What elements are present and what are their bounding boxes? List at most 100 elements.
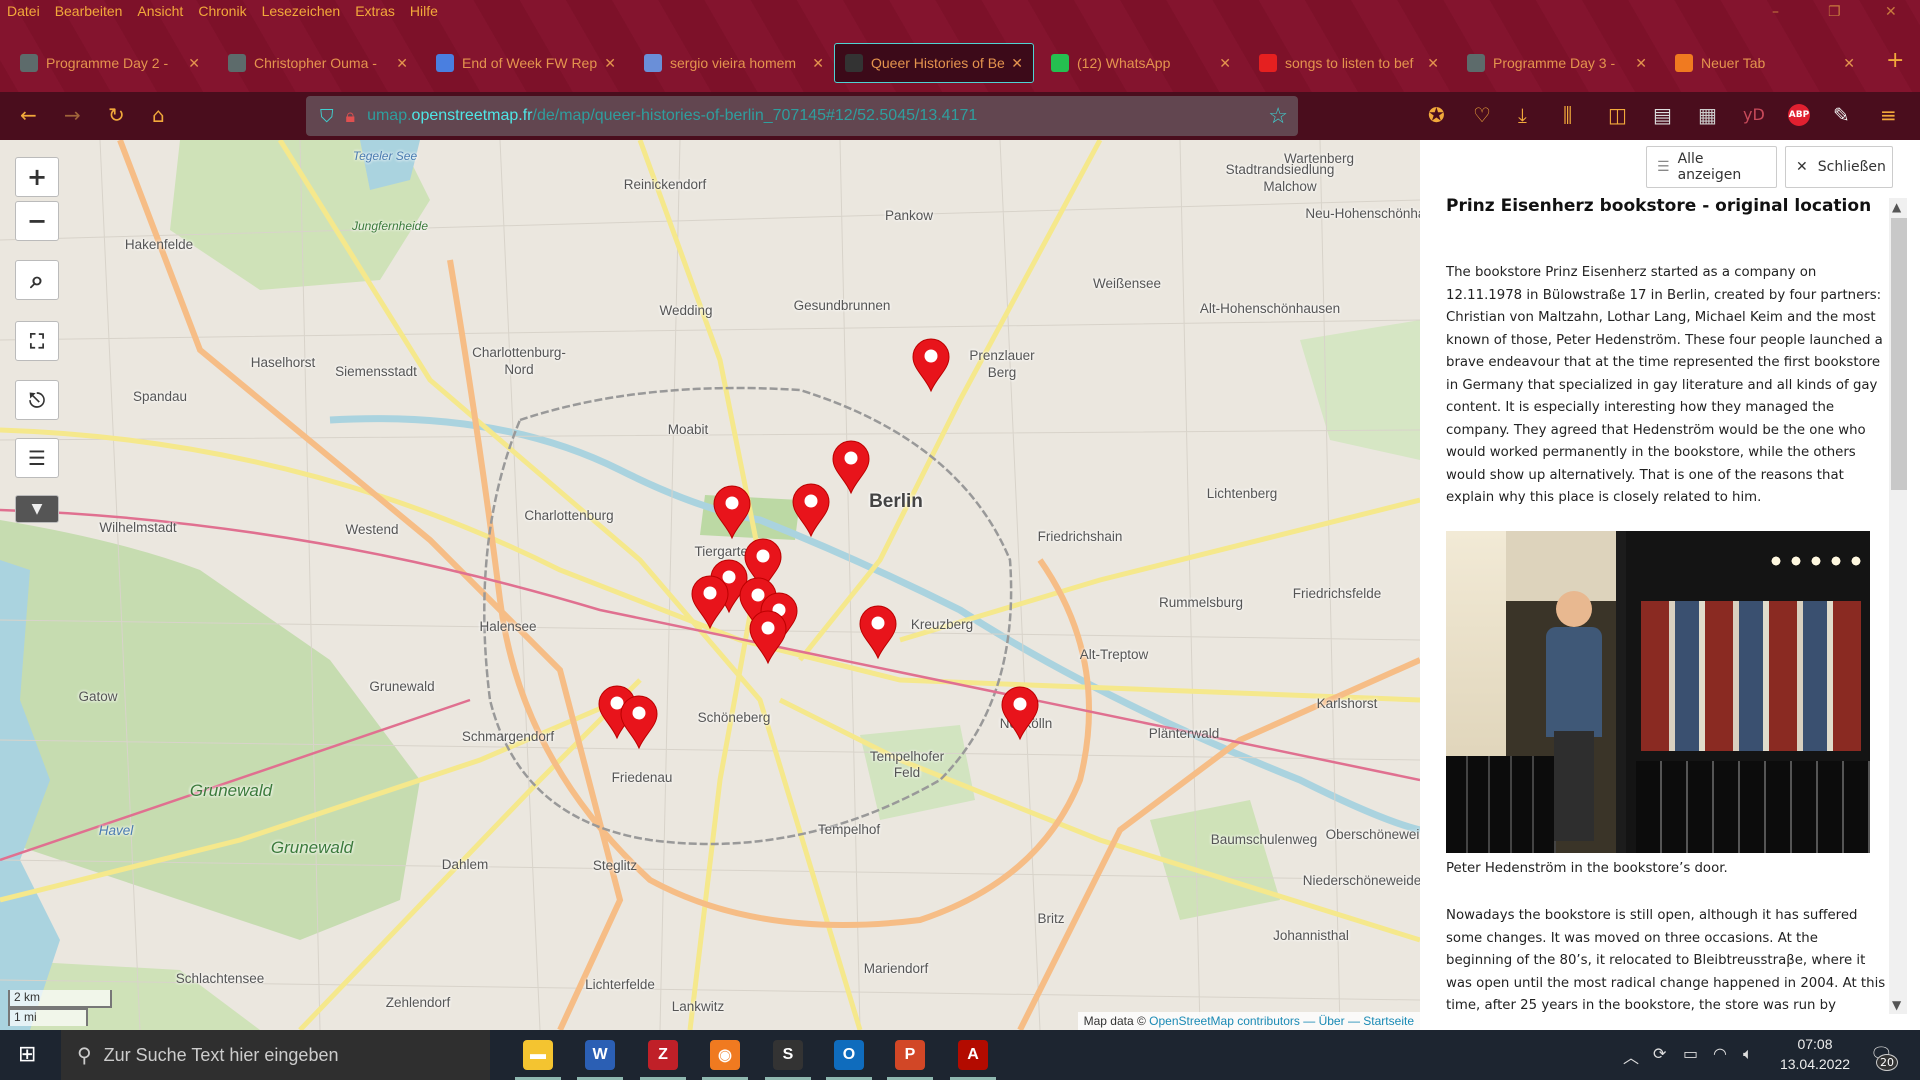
layers-icon[interactable]: ☰ <box>15 438 59 478</box>
map-marker-pin[interactable] <box>831 439 871 495</box>
tab-3[interactable]: sergio vieira homem ✕ <box>634 43 834 83</box>
close-tab-icon[interactable]: ✕ <box>1011 55 1023 72</box>
reader-icon[interactable]: ▤ <box>1653 102 1672 128</box>
close-tab-icon[interactable]: ✕ <box>396 55 408 72</box>
scroll-down-icon[interactable]: ▼ <box>1892 998 1901 1012</box>
scrollbar-thumb[interactable] <box>1891 218 1907 490</box>
fullscreen-icon[interactable]: ⛶ <box>15 321 59 361</box>
zoom-in-button[interactable]: + <box>15 157 59 197</box>
menu-lesezeichen[interactable]: Lesezeichen <box>255 0 349 24</box>
new-tab-button[interactable]: + <box>1886 48 1904 73</box>
url-subdomain: umap. <box>367 107 412 124</box>
library-icon[interactable]: ⫼ <box>1563 102 1572 128</box>
back-icon[interactable]: ← <box>20 102 37 128</box>
battery-icon[interactable]: ▭ <box>1683 1044 1698 1063</box>
tab-2[interactable]: End of Week FW Rep ✕ <box>426 43 626 83</box>
tab-0[interactable]: Programme Day 2 - ✕ <box>10 43 210 83</box>
zoom-out-button[interactable]: − <box>15 201 59 241</box>
tab-5[interactable]: (12) WhatsApp ✕ <box>1041 43 1241 83</box>
reload-icon[interactable]: ↻ <box>108 102 125 128</box>
menu-datei[interactable]: Datei <box>0 0 48 24</box>
close-tab-icon[interactable]: ✕ <box>1635 55 1647 72</box>
shield-icon[interactable]: ⛉ <box>320 106 334 127</box>
map-place-label: Berlin <box>869 491 923 512</box>
close-tab-icon[interactable]: ✕ <box>1427 55 1439 72</box>
tab-1[interactable]: Christopher Ouma - ✕ <box>218 43 418 83</box>
acrobat-taskbar-icon[interactable]: A <box>958 1040 988 1070</box>
tab-8[interactable]: Neuer Tab ✕ <box>1665 43 1865 83</box>
more-controls-dropdown[interactable]: ▼ <box>15 495 59 523</box>
map-marker-pin[interactable] <box>748 609 788 665</box>
lock-icon[interactable]: 🔒︎ <box>346 106 356 127</box>
restore-button[interactable]: ❐ <box>1828 4 1841 20</box>
tab-6[interactable]: songs to listen to bef ✕ <box>1249 43 1449 83</box>
map-place-label: Mariendorf <box>863 961 929 976</box>
map-marker-pin[interactable] <box>712 484 752 540</box>
pocket-icon[interactable]: ♡ <box>1473 102 1491 128</box>
minimize-button[interactable]: – <box>1772 4 1779 20</box>
sync-icon[interactable]: ⟳ <box>1653 1044 1666 1063</box>
close-tab-icon[interactable]: ✕ <box>604 55 616 72</box>
map-marker-pin[interactable] <box>690 574 730 630</box>
download-icon[interactable]: ⤓ <box>1518 102 1527 128</box>
close-tab-icon[interactable]: ✕ <box>1219 55 1231 72</box>
search-icon[interactable]: ⌕ <box>15 260 59 300</box>
bookmark-star-icon[interactable]: ☆ <box>1268 103 1288 129</box>
firefox-taskbar-icon[interactable]: ◉ <box>710 1040 740 1070</box>
map-marker-pin[interactable] <box>791 482 831 538</box>
menu-ansicht[interactable]: Ansicht <box>130 0 191 24</box>
home-link[interactable]: Startseite <box>1363 1014 1414 1028</box>
close-tab-icon[interactable]: ✕ <box>812 55 824 72</box>
scroll-up-icon[interactable]: ▲ <box>1892 200 1901 214</box>
panel-scrollbar[interactable]: ▲ ▼ <box>1889 198 1907 1014</box>
extension-icon[interactable]: ✎ <box>1833 102 1850 128</box>
tab-4[interactable]: Queer Histories of Be ✕ <box>834 43 1034 83</box>
feature-panel: ☰ Alle anzeigen ✕ Schließen Prinz Eisenh… <box>1420 140 1920 1030</box>
map-marker-pin[interactable] <box>911 337 951 393</box>
firefox-icon <box>1675 54 1693 72</box>
map-marker-pin[interactable] <box>1000 685 1040 741</box>
map-place-label: Kreuzberg <box>910 617 974 632</box>
url-path: /de/map/queer-histories-of-berlin_707145… <box>532 107 978 124</box>
show-all-button[interactable]: ☰ Alle anzeigen <box>1646 146 1777 188</box>
menu-bearbeiten[interactable]: Bearbeiten <box>48 0 131 24</box>
tray-chevron-icon[interactable]: ︿ <box>1623 1044 1639 1068</box>
yd-extension-icon[interactable]: yD <box>1743 102 1765 128</box>
share-icon[interactable]: ⎋ <box>15 380 59 420</box>
address-bar[interactable]: ⛉ 🔒︎ umap. openstreetmap.fr/de/map/queer-… <box>306 96 1298 136</box>
file-explorer-taskbar-icon[interactable]: ▬ <box>523 1040 553 1070</box>
about-link[interactable]: Über <box>1319 1014 1345 1028</box>
menu-hilfe[interactable]: Hilfe <box>403 0 446 24</box>
scrivener-taskbar-icon[interactable]: S <box>773 1040 803 1070</box>
outlook-taskbar-icon[interactable]: O <box>834 1040 864 1070</box>
map-place-label: Karlshorst <box>1316 696 1378 711</box>
close-tab-icon[interactable]: ✕ <box>188 55 200 72</box>
osm-contributors-link[interactable]: OpenStreetMap contributors <box>1149 1014 1300 1028</box>
menu-extras[interactable]: Extras <box>348 0 403 24</box>
zotero-taskbar-icon[interactable]: Z <box>648 1040 678 1070</box>
tab-7[interactable]: Programme Day 3 - ✕ <box>1457 43 1657 83</box>
map-marker-pin[interactable] <box>619 694 659 750</box>
hamburger-menu-icon[interactable]: ≡ <box>1880 102 1897 128</box>
sidebar-icon[interactable]: ◫ <box>1608 102 1627 128</box>
adblock-icon[interactable]: ABP <box>1788 104 1810 126</box>
taskbar-search[interactable]: ⚲ Zur Suche Text hier eingeben <box>61 1030 490 1080</box>
map-canvas[interactable]: Reinickendorf Wartenberg Stadtrandsiedlung… <box>0 140 1420 1030</box>
close-panel-button[interactable]: ✕ Schließen <box>1785 146 1893 188</box>
map-marker-pin[interactable] <box>858 604 898 660</box>
close-tab-icon[interactable]: ✕ <box>1843 55 1855 72</box>
extension-star-icon[interactable]: ✪ <box>1428 102 1445 128</box>
forward-icon[interactable]: → <box>64 102 81 128</box>
diamond-icon <box>644 54 662 72</box>
wifi-icon[interactable]: ◠ <box>1713 1044 1727 1063</box>
windows-start-icon[interactable]: ⊞ <box>18 1042 36 1067</box>
home-icon[interactable]: ⌂ <box>152 102 165 128</box>
windows-taskbar: ⊞ ⚲ Zur Suche Text hier eingeben ▬ W Z ◉ S O P… <box>0 1030 1920 1080</box>
word-taskbar-icon[interactable]: W <box>585 1040 615 1070</box>
menu-chronik[interactable]: Chronik <box>191 0 254 24</box>
clock[interactable]: 07:08 13.04.2022 <box>1770 1034 1860 1074</box>
volume-icon[interactable]: 🔈︎ <box>1743 1044 1753 1064</box>
close-window-button[interactable]: ✕ <box>1885 4 1897 20</box>
grid-extension-icon[interactable]: ▦ <box>1698 102 1717 128</box>
powerpoint-taskbar-icon[interactable]: P <box>895 1040 925 1070</box>
